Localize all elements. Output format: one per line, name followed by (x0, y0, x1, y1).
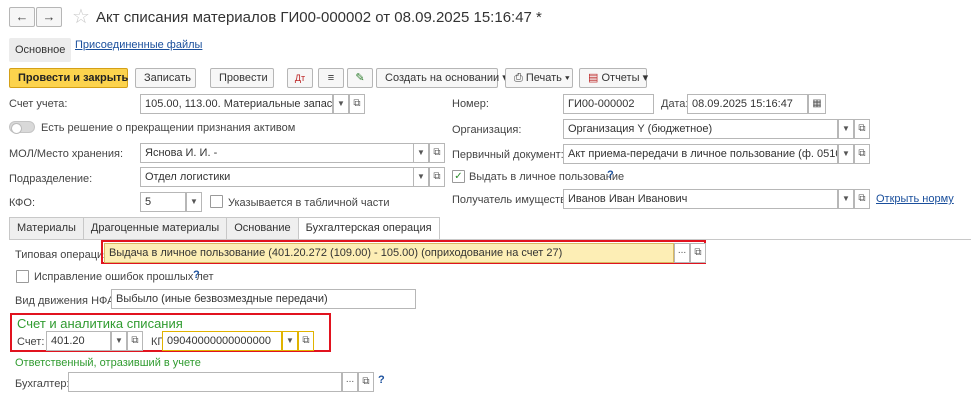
create-based-button[interactable]: Создать на основании ▾ (376, 68, 508, 88)
caret-down-icon: ▾ (564, 72, 570, 84)
nfa-field[interactable]: Выбыло (иные безвозмездные передачи) (111, 289, 416, 309)
printer-icon: ⎙ (514, 72, 523, 84)
recipient-open-icon[interactable]: ⧉ (854, 189, 870, 209)
kfo-dropdown-icon[interactable]: ▼ (186, 192, 202, 212)
derecognition-toggle[interactable] (9, 121, 35, 134)
division-open-icon[interactable]: ⧉ (429, 167, 445, 187)
accountant-label: Бухгалтер: (15, 378, 70, 390)
tab-precious-materials[interactable]: Драгоценные материалы (82, 217, 228, 239)
primary-doc-label: Первичный документ: (452, 149, 564, 161)
primary-doc-open-icon[interactable]: ⧉ (854, 144, 870, 164)
save-button[interactable]: Записать (135, 68, 196, 88)
post-and-close-button[interactable]: Провести и закрыть (9, 68, 128, 88)
personal-use-checkbox[interactable]: ✓ (452, 170, 465, 183)
date-field[interactable]: 08.09.2025 15:16:47 (687, 94, 808, 114)
primary-doc-field[interactable]: Акт приема-передачи в личное пользование… (563, 144, 838, 164)
pencil-icon[interactable]: ✎ (347, 68, 373, 88)
forward-button[interactable]: → (36, 7, 62, 27)
tab-accounting-operation[interactable]: Бухгалтерская операция (297, 217, 440, 240)
date-label: Дата: (661, 98, 689, 110)
primary-doc-dropdown-icon[interactable]: ▼ (838, 144, 854, 164)
fix-errors-checkbox[interactable] (16, 270, 29, 283)
kfo-label: КФО: (9, 197, 36, 209)
list-icon[interactable]: ≡ (318, 68, 344, 88)
tab-materials[interactable]: Материалы (9, 217, 84, 239)
operation-account-field[interactable]: 401.20 (46, 331, 111, 351)
print-button[interactable]: ⎙ Печать ▾ (505, 68, 573, 88)
post-button[interactable]: Провести (210, 68, 274, 88)
back-button[interactable]: ← (9, 7, 35, 27)
org-open-icon[interactable]: ⧉ (854, 119, 870, 139)
help-icon[interactable]: ? (607, 169, 614, 181)
responsible-section-title: Ответственный, отразивший в учете (15, 357, 201, 369)
arrow-left-icon: ← (15, 9, 29, 24)
account-section-title: Счет и аналитика списания (17, 316, 183, 331)
derecognition-label: Есть решение о прекращении признания акт… (41, 122, 296, 134)
org-label: Организация: (452, 124, 522, 136)
account-open-icon[interactable]: ⧉ (349, 94, 365, 114)
typical-operation-field[interactable]: Выдача в личное пользование (401.20.272 … (104, 243, 674, 263)
account-label: Счет учета: (9, 98, 68, 110)
help-icon[interactable]: ? (378, 374, 385, 386)
typical-operation-highlight: Выдача в личное пользование (401.20.272 … (101, 240, 706, 264)
dt-kt-icon[interactable]: Дт (287, 68, 313, 88)
open-norm-link[interactable]: Открыть норму (876, 193, 954, 205)
tabs-bar: Материалы Драгоценные материалы Основани… (9, 217, 440, 240)
accountant-select-icon[interactable]: ... (342, 372, 358, 392)
number-field[interactable]: ГИ00-000002 (563, 94, 654, 114)
in-table-checkbox[interactable] (210, 195, 223, 208)
caret-down-icon: ▾ (642, 72, 649, 84)
recipient-field[interactable]: Иванов Иван Иванович (563, 189, 838, 209)
account-field[interactable]: 105.00, 113.00. Материальные запасы, Би (140, 94, 333, 114)
kps-open-icon[interactable]: ⧉ (298, 331, 314, 351)
personal-use-label: Выдать в личное пользование (469, 171, 625, 183)
kfo-field[interactable]: 5 (140, 192, 186, 212)
star-icon[interactable]: ☆ (72, 7, 90, 27)
recipient-dropdown-icon[interactable]: ▼ (838, 189, 854, 209)
typical-operation-open-icon[interactable]: ⧉ (690, 243, 706, 263)
operation-account-dropdown-icon[interactable]: ▼ (111, 331, 127, 351)
kps-field[interactable]: 09040000000000000 (162, 331, 282, 351)
reports-label: Отчеты (601, 72, 640, 84)
in-table-label: Указывается в табличной части (228, 197, 390, 209)
recipient-label: Получатель имущества: (452, 194, 575, 206)
report-icon: ▤ (588, 72, 599, 84)
number-label: Номер: (452, 98, 489, 110)
create-based-label: Создать на основании (385, 72, 500, 84)
org-field[interactable]: Организация Y (бюджетное) (563, 119, 838, 139)
account-dropdown-icon[interactable]: ▼ (333, 94, 349, 114)
mol-label: МОЛ/Место хранения: (9, 148, 124, 160)
division-dropdown-icon[interactable]: ▼ (413, 167, 429, 187)
nfa-label: Вид движения НФА: (15, 295, 118, 307)
account-section-highlight: Счет и аналитика списания Счет: 401.20 ▼… (10, 313, 331, 352)
fix-errors-label: Исправление ошибок прошлых лет (34, 271, 214, 283)
division-field[interactable]: Отдел логистики (140, 167, 414, 187)
print-label: Печать (525, 72, 562, 84)
org-dropdown-icon[interactable]: ▼ (838, 119, 854, 139)
mol-dropdown-icon[interactable]: ▼ (413, 143, 429, 163)
mol-open-icon[interactable]: ⧉ (429, 143, 445, 163)
calendar-icon[interactable]: ▦ (808, 94, 826, 114)
typical-operation-select-icon[interactable]: ... (674, 243, 690, 263)
arrow-right-icon: → (42, 9, 56, 24)
reports-button[interactable]: ▤ Отчеты ▾ (579, 68, 649, 88)
typical-operation-label: Типовая операция: (15, 249, 113, 261)
division-label: Подразделение: (9, 173, 93, 185)
operation-account-open-icon[interactable]: ⧉ (127, 331, 143, 351)
mol-field[interactable]: Яснова И. И. - (140, 143, 414, 163)
help-icon[interactable]: ? (193, 269, 200, 281)
kps-dropdown-icon[interactable]: ▼ (282, 331, 298, 351)
page-title: Акт списания материалов ГИ00-000002 от 0… (96, 9, 542, 26)
tab-basis[interactable]: Основание (226, 217, 299, 239)
nav-main[interactable]: Основное (9, 38, 72, 62)
operation-account-label: Счет: (17, 336, 45, 348)
accountant-field[interactable] (68, 372, 342, 392)
accountant-open-icon[interactable]: ⧉ (358, 372, 374, 392)
nav-attached-files[interactable]: Присоединенные файлы (75, 38, 202, 52)
